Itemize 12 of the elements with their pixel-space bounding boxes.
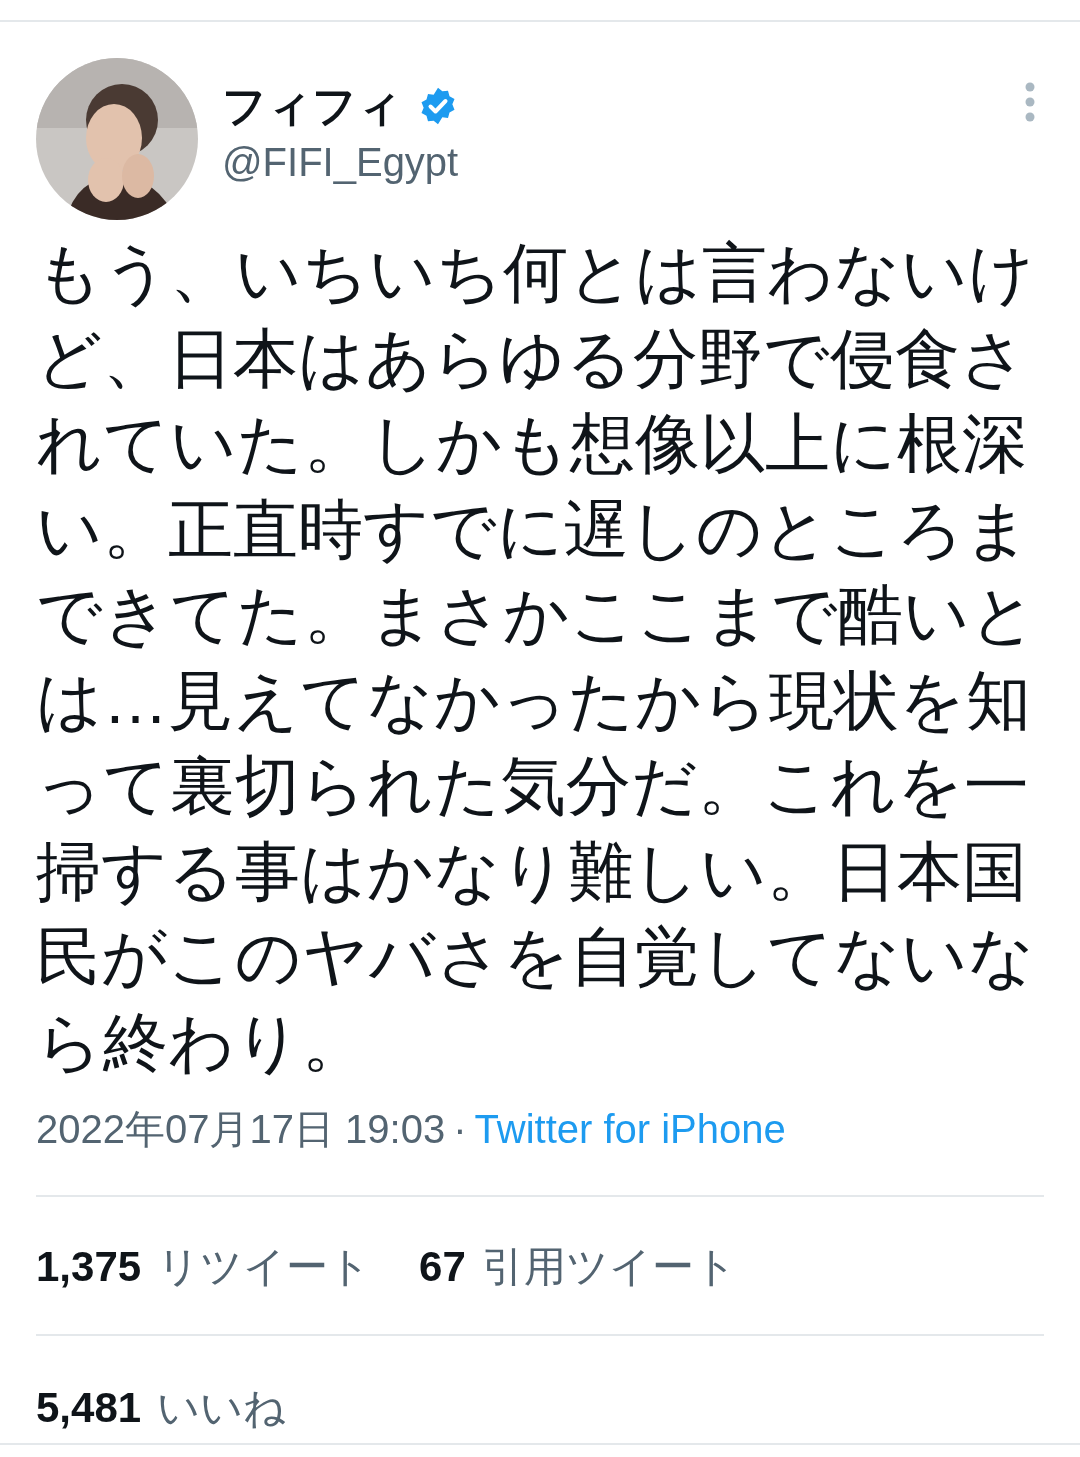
user-name: フィフィ [222,82,402,131]
stat-count: 5,481 [36,1383,142,1433]
tweet-text: もう、いちいち何とは言わないけど、日本はあらゆる分野で侵食されていた。しかも想像以上に根深い。正直時すでに遅しのところまできてた。まさかここまで酷いとは…見えてなかったから現状を知って裏切られた気分だ。これを一掃する事はかなり難しい。日本国民がこのヤバさを自覚してないなら終わり。 [36,235,1038,1081]
timestamp: 2022年07月17日 19:03 [36,1107,446,1151]
separator: · [453,1107,467,1151]
stat-count: 67 [419,1242,466,1292]
source-link[interactable]: Twitter for iPhone [474,1107,786,1151]
stat-label: 引用ツイート [481,1242,737,1292]
user-handle: @FIFI_Egypt [222,139,460,187]
stat-label: いいね [157,1383,287,1433]
stat-count: 1,375 [36,1242,142,1292]
stat-label: リツイート [157,1242,372,1292]
